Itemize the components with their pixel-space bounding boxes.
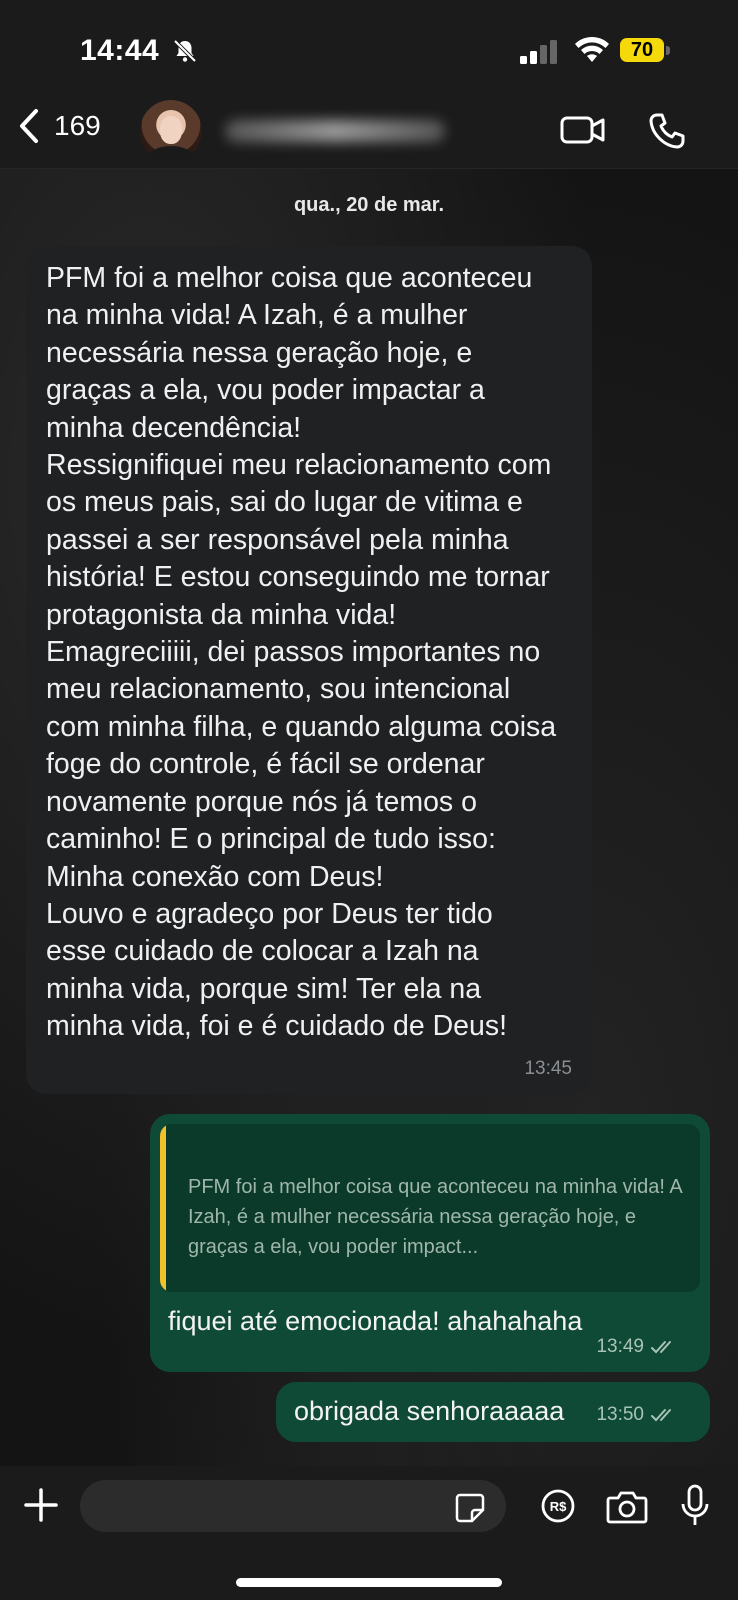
- date-separator: qua., 20 de mar.: [293, 194, 445, 216]
- svg-text:R$: R$: [550, 1499, 567, 1514]
- message-meta: 13:50: [596, 1404, 680, 1426]
- status-bar: 14:44 70: [0, 0, 738, 92]
- double-check-icon: [651, 1409, 671, 1422]
- battery-level: 70: [620, 38, 664, 62]
- double-check-icon: [651, 1341, 671, 1354]
- payment-reais-icon[interactable]: R$: [540, 1488, 576, 1524]
- plus-icon[interactable]: [22, 1486, 60, 1524]
- contact-avatar[interactable]: [140, 100, 202, 162]
- message-meta: 13:49: [596, 1336, 680, 1358]
- battery-indicator: 70: [620, 38, 672, 64]
- incoming-message[interactable]: PFM foi a melhor coisa que aconteceu na …: [26, 246, 592, 1094]
- chevron-left-icon: [20, 109, 38, 143]
- wifi-icon: [575, 36, 609, 62]
- contact-name-blurred[interactable]: [225, 120, 445, 142]
- chat-header: 169: [0, 92, 738, 169]
- home-indicator: [236, 1578, 502, 1587]
- video-call-icon[interactable]: [560, 112, 606, 148]
- camera-icon[interactable]: [606, 1488, 648, 1524]
- message-text: obrigada senhoraaaaa: [294, 1396, 565, 1426]
- message-text: fiquei até emocionada! ahahahaha: [168, 1306, 583, 1336]
- message-time: 13:50: [596, 1404, 644, 1425]
- outgoing-message[interactable]: obrigada senhoraaaaa 13:50: [276, 1382, 710, 1442]
- message-time: 13:49: [596, 1336, 644, 1357]
- quoted-message[interactable]: PFM foi a melhor coisa que aconteceu na …: [160, 1124, 700, 1292]
- status-time: 14:44: [80, 34, 160, 67]
- silent-bell-icon: [173, 39, 197, 63]
- message-text: PFM foi a melhor coisa que aconteceu na …: [46, 262, 557, 1043]
- back-button[interactable]: 169: [18, 108, 101, 144]
- message-time: 13:45: [524, 1058, 572, 1079]
- message-composer: R$: [0, 1466, 738, 1600]
- phone-call-icon[interactable]: [648, 112, 686, 150]
- message-input[interactable]: [80, 1480, 506, 1532]
- unread-count: 169: [54, 110, 101, 141]
- cellular-signal-icon: [520, 40, 557, 64]
- outgoing-message[interactable]: PFM foi a melhor coisa que aconteceu na …: [150, 1114, 710, 1372]
- sticker-icon[interactable]: [454, 1492, 486, 1524]
- microphone-icon[interactable]: [680, 1484, 710, 1528]
- quote-accent-bar: [160, 1124, 166, 1292]
- quoted-text: PFM foi a melhor coisa que aconteceu na …: [188, 1176, 682, 1258]
